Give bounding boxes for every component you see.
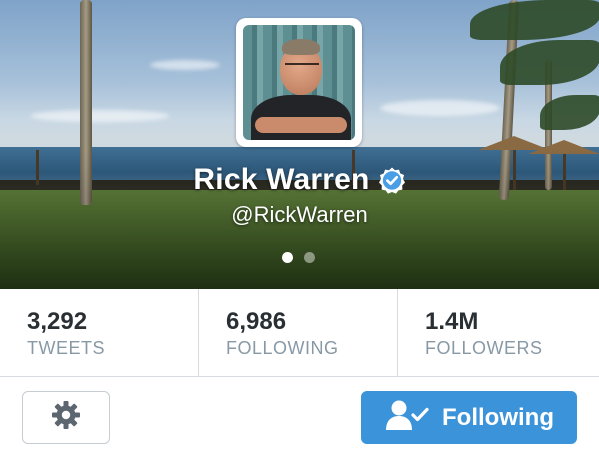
stat-label: FOLLOWING: [226, 338, 339, 358]
profile-stats: 3,292 TWEETS 6,986 FOLLOWING 1.4M FOLLOW…: [0, 289, 599, 377]
stat-followers[interactable]: 1.4M FOLLOWERS: [398, 289, 597, 376]
stat-value: 1.4M: [425, 308, 479, 335]
verified-badge-icon: [378, 166, 406, 194]
stat-label: FOLLOWERS: [425, 338, 543, 358]
avatar-photo: [243, 25, 355, 140]
cloud: [30, 110, 170, 122]
page-indicator[interactable]: [282, 252, 315, 263]
palm-frond: [470, 0, 599, 40]
cloud: [150, 60, 220, 70]
settings-button[interactable]: [22, 391, 110, 444]
gear-icon: [50, 399, 82, 436]
stat-value: 6,986: [226, 308, 287, 335]
cloud: [380, 100, 500, 116]
stat-following[interactable]: 6,986 FOLLOWING: [199, 289, 398, 376]
profile-handle: @RickWarren: [231, 202, 368, 227]
following-button[interactable]: Following: [361, 391, 577, 444]
stat-label: TWEETS: [27, 338, 105, 358]
stat-tweets[interactable]: 3,292 TWEETS: [0, 289, 199, 376]
user-check-icon: [384, 398, 430, 437]
profile-name-row: Rick Warren: [0, 160, 599, 200]
avatar[interactable]: [236, 18, 362, 147]
profile-header: Rick Warren @RickWarren: [0, 0, 599, 289]
page-dot[interactable]: [304, 252, 315, 263]
stat-value: 3,292: [27, 308, 88, 335]
profile-name: Rick Warren: [193, 163, 370, 196]
following-label: Following: [442, 403, 554, 431]
page-dot-active[interactable]: [282, 252, 293, 263]
profile-actions: Following: [0, 377, 599, 464]
